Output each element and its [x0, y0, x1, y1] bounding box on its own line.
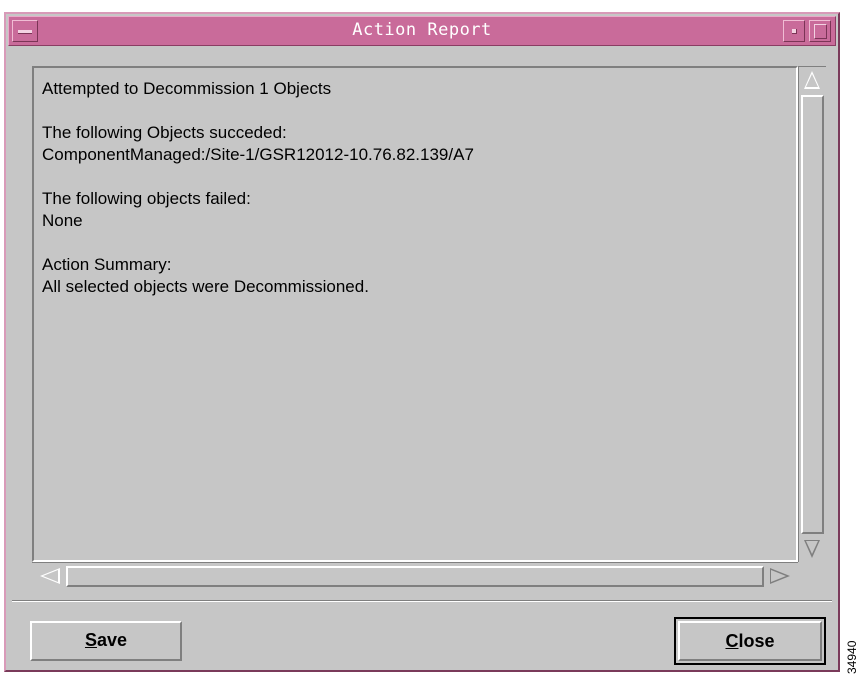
- report-content: Attempted to Decommission 1 Objects The …: [42, 78, 474, 298]
- report-line: [42, 166, 474, 188]
- report-line: [42, 232, 474, 254]
- minimize-button[interactable]: [783, 20, 805, 42]
- report-line: [42, 100, 474, 122]
- report-text-area[interactable]: Attempted to Decommission 1 Objects The …: [32, 66, 798, 562]
- report-line: All selected objects were Decommissioned…: [42, 277, 369, 296]
- scroll-right-arrow-icon[interactable]: [770, 568, 790, 584]
- report-line: The following objects failed:: [42, 189, 251, 208]
- vertical-scroll-thumb[interactable]: [801, 95, 824, 534]
- scroll-up-arrow-icon[interactable]: [804, 71, 820, 89]
- save-button[interactable]: Save: [30, 621, 182, 661]
- close-mnemonic: C: [725, 631, 739, 651]
- scroll-down-arrow-icon[interactable]: [804, 540, 820, 558]
- separator: [12, 600, 832, 602]
- report-line: Action Summary:: [42, 255, 172, 274]
- figure-id: 34940: [845, 640, 859, 674]
- report-line: None: [42, 211, 83, 230]
- maximize-icon: [814, 24, 827, 39]
- close-button[interactable]: Close: [674, 617, 826, 665]
- report-line: Attempted to Decommission 1 Objects: [42, 79, 332, 98]
- action-report-window: Action Report Attempted to Decommission …: [4, 12, 840, 672]
- title-bar[interactable]: Action Report: [8, 16, 836, 46]
- window-title: Action Report: [352, 20, 492, 40]
- save-mnemonic: S: [84, 630, 97, 650]
- scroll-left-arrow-icon[interactable]: [40, 568, 60, 584]
- close-label: lose: [738, 631, 775, 651]
- horizontal-scrollbar[interactable]: [32, 562, 798, 590]
- report-line: ComponentManaged:/Site-1/GSR12012-10.76.…: [42, 145, 474, 164]
- report-line: The following Objects succeded:: [42, 123, 287, 142]
- horizontal-scroll-thumb[interactable]: [66, 566, 764, 587]
- maximize-button[interactable]: [809, 20, 831, 42]
- minimize-icon: [792, 29, 797, 34]
- save-label: ave: [96, 630, 128, 650]
- vertical-scrollbar[interactable]: [798, 66, 826, 562]
- close-button-face: Close: [678, 621, 822, 661]
